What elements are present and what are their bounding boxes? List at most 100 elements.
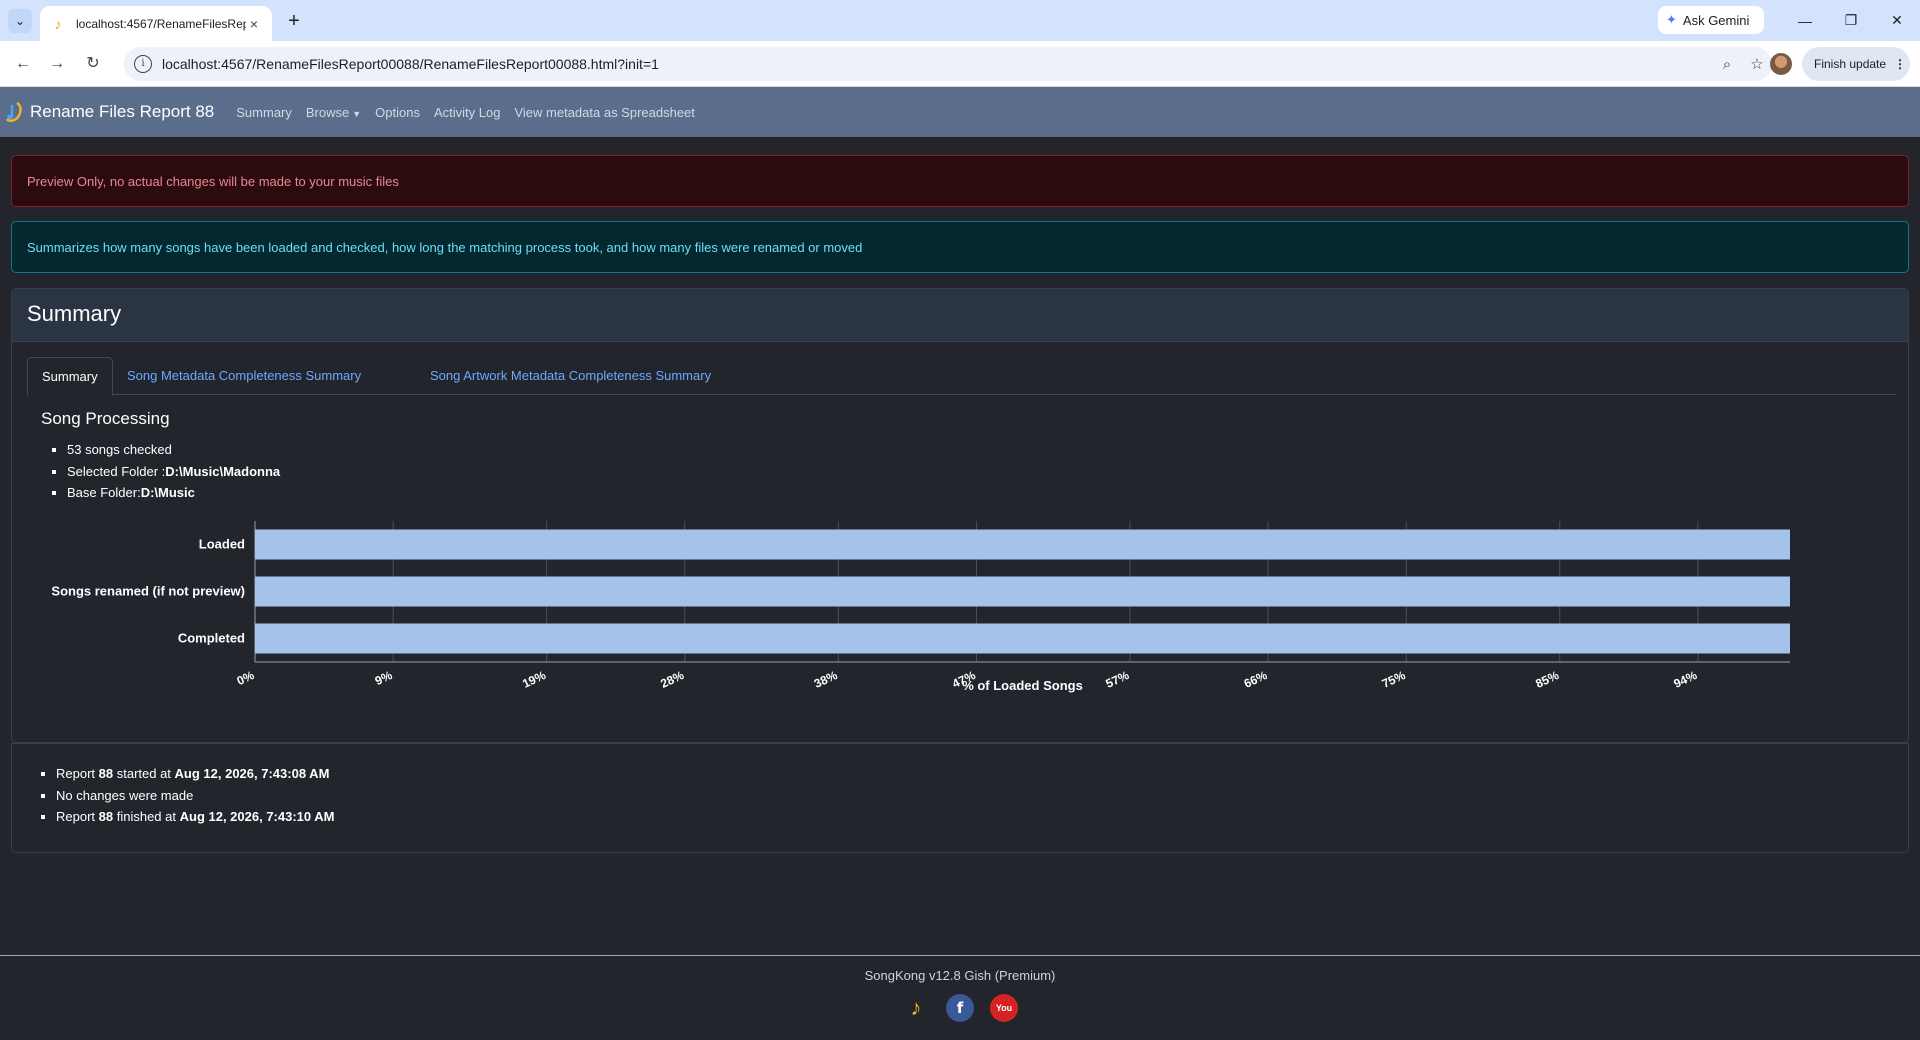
nav-activity-log[interactable]: Activity Log [434,105,500,120]
arrow-right-icon: → [49,55,65,72]
x-tick-label: 9% [373,668,395,688]
x-tick-label: 19% [520,668,548,691]
report-started: Report 88 started at Aug 12, 2026, 7:43:… [56,763,334,785]
reload-icon: ↻ [86,55,100,72]
finish-update-label: Finish update [1814,57,1887,71]
tab-search-button[interactable]: ⌄ [8,9,32,33]
arrow-left-icon: ← [15,55,31,72]
report-number: 88 [98,766,114,781]
chart-bar [255,623,1790,654]
sparkle-icon: ✦ [1666,12,1677,27]
songkong-logo-icon [5,101,22,122]
facebook-icon[interactable]: f [946,994,974,1022]
list-item: 53 songs checked [67,439,280,461]
nav-browse-label: Browse [305,104,350,120]
nav-browse-dropdown[interactable]: Browse ▼ [306,105,361,120]
base-folder-label: Base Folder: [67,485,141,500]
close-icon[interactable]: × [246,16,262,32]
x-tick-label: 75% [1380,668,1408,691]
browser-tab[interactable]: ♪ localhost:4567/RenameFilesRep × [40,6,272,41]
category-label: Completed [178,631,245,646]
star-icon[interactable]: ☆ [1742,55,1772,73]
plus-icon: + [288,10,300,32]
nav-options[interactable]: Options [375,105,420,120]
footer-version: SongKong v12.8 Gish (Premium) [864,968,1056,983]
x-tick-label: 28% [658,668,686,691]
x-tick-label: 94% [1671,668,1699,691]
list-item: Base Folder:D:\Music [67,482,280,504]
nav-view-spreadsheet[interactable]: View metadata as Spreadsheet [514,105,694,120]
close-icon: ✕ [1891,12,1903,28]
report-no-changes: No changes were made [56,785,334,807]
report-text: finished at [113,809,180,824]
back-button[interactable]: ← [10,51,36,77]
zoom-icon[interactable]: ⌕ [1712,56,1742,73]
app-navbar: Rename Files Report 88 Summary Browse ▼ O… [0,87,1920,137]
x-tick-label: 57% [1104,668,1132,691]
browser-toolbar: ← → ↻ i localhost:4567/RenameFilesReport… [0,41,1920,87]
report-card: Report 88 started at Aug 12, 2026, 7:43:… [11,743,1909,853]
brand-title: Rename Files Report 88 [30,102,215,121]
tab-title: localhost:4567/RenameFilesRep [76,16,246,31]
window-close-button[interactable]: ✕ [1874,0,1920,41]
minimize-icon: — [1798,12,1812,29]
report-number: 88 [98,809,114,824]
report-text: No changes were made [56,787,194,803]
footer-icons: ♪ f You [0,994,1920,1022]
site-info-icon[interactable]: i [134,55,152,73]
song-processing-title: Song Processing [41,409,170,428]
url-text: localhost:4567/RenameFilesReport00088/Re… [162,56,659,72]
report-text: started at [113,766,175,781]
x-tick-label: 38% [812,668,840,691]
summary-tabs: Summary Song Metadata Completeness Summa… [27,357,1896,396]
songkong-logo-icon[interactable]: ♪ [902,994,930,1022]
caret-down-icon: ▼ [352,108,362,119]
report-text: Report [56,809,99,824]
card-title: Summary [12,289,1908,342]
x-tick-label: 85% [1533,668,1561,691]
category-label: Loaded [199,537,245,552]
songs-checked: 53 songs checked [67,442,172,457]
song-processing-list: 53 songs checked Selected Folder :D:\Mus… [67,439,280,504]
address-bar[interactable]: i localhost:4567/RenameFilesReport00088/… [124,47,1772,81]
x-tick-label: 66% [1242,668,1270,691]
brand[interactable]: Rename Files Report 88 [0,101,214,123]
avatar[interactable] [1770,53,1792,75]
list-item: Selected Folder :D:\Music\Madonna [67,461,280,483]
tab-artwork-completeness[interactable]: Song Artwork Metadata Completeness Summa… [416,357,725,395]
info-alert: Summarizes how many songs have been load… [11,221,1909,273]
more-vert-icon: ⋮ [1894,57,1907,71]
browser-tabstrip: ⌄ ♪ localhost:4567/RenameFilesRep × + ✦ … [0,0,1920,41]
selected-folder-value: D:\Music\Madonna [165,463,281,479]
ask-gemini-label: Ask Gemini [1682,12,1750,28]
report-list: Report 88 started at Aug 12, 2026, 7:43:… [56,763,334,828]
report-text: Report [56,766,99,781]
preview-alert: Preview Only, no actual changes will be … [11,155,1909,207]
chevron-down-icon: ⌄ [14,14,26,28]
tab-summary[interactable]: Summary [27,357,113,396]
nav-summary[interactable]: Summary [236,105,292,120]
tab-metadata-completeness[interactable]: Song Metadata Completeness Summary [113,357,375,395]
youtube-icon[interactable]: You [990,994,1018,1022]
forward-button[interactable]: → [44,51,70,77]
restore-icon: ❐ [1844,12,1858,28]
song-processing-chart: 0% 9% 19% 28% 38% 47% 57% 66% 75% 85% 94%LoadedSon… [51,521,1790,693]
music-note-icon: ♪ [54,15,62,32]
summary-card: Summary Summary Song Metadata Completene… [11,288,1909,743]
report-timestamp: Aug 12, 2026, 7:43:10 AM [179,809,335,824]
chart-bar [255,576,1790,607]
selected-folder-label: Selected Folder : [67,463,166,479]
report-finished: Report 88 finished at Aug 12, 2026, 7:43… [56,806,334,828]
restore-button[interactable]: ❐ [1828,0,1874,41]
x-axis-title: % of Loaded Songs [962,678,1083,693]
reload-button[interactable]: ↻ [80,51,106,77]
base-folder-value: D:\Music [140,485,195,500]
new-tab-button[interactable]: + [280,8,308,36]
x-tick-label: 0% [235,668,257,688]
report-timestamp: Aug 12, 2026, 7:43:08 AM [174,766,330,781]
footer-divider [0,955,1920,956]
ask-gemini-button[interactable]: ✦ Ask Gemini [1658,6,1764,34]
chart-bar [255,529,1790,560]
finish-update-button[interactable]: Finish update ⋮ [1802,47,1910,81]
minimize-button[interactable]: — [1782,0,1828,41]
